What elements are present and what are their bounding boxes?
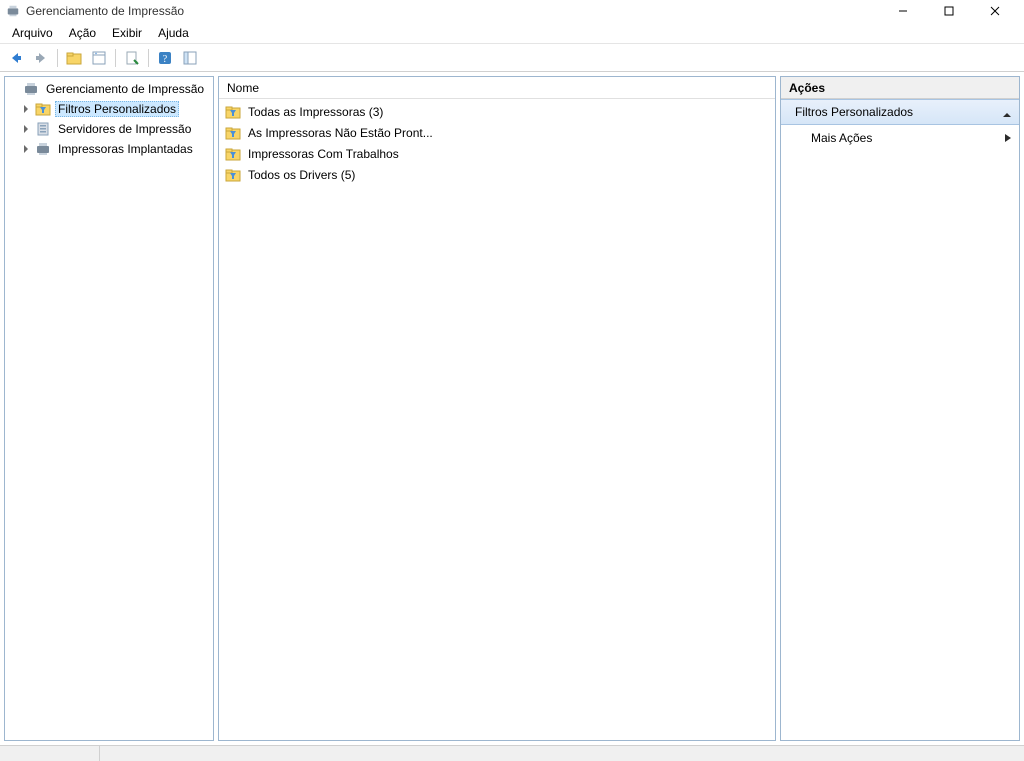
tree-filtros-label: Filtros Personalizados (55, 101, 179, 117)
tree-implantadas-label: Impressoras Implantadas (55, 141, 196, 157)
printer-icon (35, 141, 51, 157)
actions-pane: Ações Filtros Personalizados Mais Ações (780, 76, 1020, 741)
list-label: As Impressoras Não Estão Pront... (245, 125, 436, 141)
tree-servidores-label: Servidores de Impressão (55, 121, 194, 137)
expand-icon[interactable] (19, 122, 33, 136)
list-label: Todos os Drivers (5) (245, 167, 358, 183)
maximize-button[interactable] (926, 0, 972, 22)
status-bar (0, 745, 1024, 761)
properties-button[interactable] (87, 47, 111, 69)
tree-implantadas[interactable]: Impressoras Implantadas (5, 139, 213, 159)
actions-item-mais-acoes[interactable]: Mais Ações (781, 125, 1019, 151)
list-label: Impressoras Com Trabalhos (245, 146, 402, 162)
filter-folder-icon (225, 104, 241, 120)
list-body: Todas as Impressoras (3) As Impressoras … (219, 99, 775, 187)
expand-icon[interactable] (19, 142, 33, 156)
server-icon (35, 121, 51, 137)
menu-acao[interactable]: Ação (61, 24, 104, 42)
close-button[interactable] (972, 0, 1018, 22)
filter-folder-icon (225, 125, 241, 141)
list-item-todos-drivers[interactable]: Todos os Drivers (5) (221, 164, 773, 185)
tree-filtros[interactable]: Filtros Personalizados (5, 99, 213, 119)
toolbar-separator (115, 49, 116, 67)
menu-exibir[interactable]: Exibir (104, 24, 150, 42)
app-icon (6, 4, 20, 18)
forward-button[interactable] (29, 47, 53, 69)
actions-item-label: Mais Ações (811, 131, 872, 145)
status-segment (0, 746, 100, 761)
list-item-nao-prontas[interactable]: As Impressoras Não Estão Pront... (221, 122, 773, 143)
tree-root[interactable]: Gerenciamento de Impressão (5, 79, 213, 99)
menu-ajuda[interactable]: Ajuda (150, 24, 197, 42)
list-column-header-nome[interactable]: Nome (219, 77, 775, 99)
main-area: Gerenciamento de Impressão Filtros Perso… (0, 72, 1024, 745)
filter-folder-icon (35, 101, 51, 117)
list-item-todas-impressoras[interactable]: Todas as Impressoras (3) (221, 101, 773, 122)
tree-pane: Gerenciamento de Impressão Filtros Perso… (4, 76, 214, 741)
svg-text:?: ? (163, 54, 168, 65)
toolbar-separator (57, 49, 58, 67)
tree-root-label: Gerenciamento de Impressão (43, 81, 207, 97)
collapse-up-icon (1003, 108, 1011, 116)
print-management-icon (23, 81, 39, 97)
list-item-com-trabalhos[interactable]: Impressoras Com Trabalhos (221, 143, 773, 164)
actions-group-filtros[interactable]: Filtros Personalizados (781, 99, 1019, 125)
actions-group-label: Filtros Personalizados (795, 105, 913, 119)
titlebar: Gerenciamento de Impressão (0, 0, 1024, 22)
show-hide-tree-button[interactable] (178, 47, 202, 69)
up-button[interactable] (62, 47, 86, 69)
refresh-button[interactable] (120, 47, 144, 69)
nav-tree: Gerenciamento de Impressão Filtros Perso… (5, 77, 213, 161)
actions-header: Ações (781, 77, 1019, 99)
menu-bar: Arquivo Ação Exibir Ajuda (0, 22, 1024, 44)
list-pane: Nome Todas as Impressoras (3) As Impress… (218, 76, 776, 741)
submenu-right-icon (1005, 131, 1011, 145)
tree-servidores[interactable]: Servidores de Impressão (5, 119, 213, 139)
expand-icon[interactable] (19, 102, 33, 116)
window-title: Gerenciamento de Impressão (26, 4, 880, 18)
spacer (7, 82, 21, 96)
minimize-button[interactable] (880, 0, 926, 22)
help-button[interactable]: ? (153, 47, 177, 69)
status-segment (100, 746, 1024, 761)
filter-folder-icon (225, 146, 241, 162)
list-label: Todas as Impressoras (3) (245, 104, 386, 120)
menu-arquivo[interactable]: Arquivo (4, 24, 61, 42)
toolbar: ? (0, 44, 1024, 72)
filter-folder-icon (225, 167, 241, 183)
window-controls (880, 0, 1018, 22)
back-button[interactable] (4, 47, 28, 69)
toolbar-separator (148, 49, 149, 67)
